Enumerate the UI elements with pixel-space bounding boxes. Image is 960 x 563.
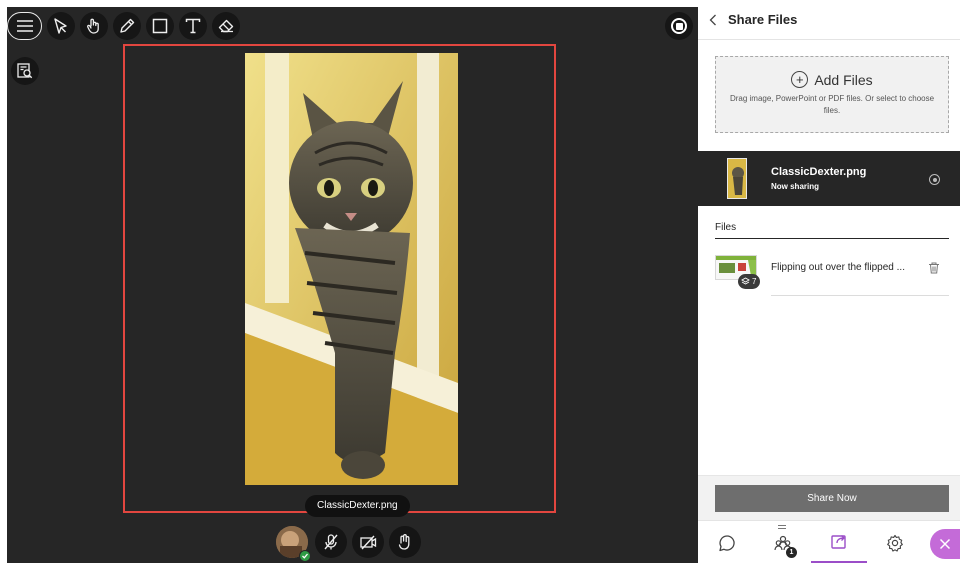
share-content-icon <box>831 535 846 549</box>
list-item[interactable]: 7 Flipping out over the flipped ... <box>715 250 949 296</box>
shared-cat-image <box>245 53 458 485</box>
drag-handle-icon <box>778 525 786 531</box>
panel-footer: Share Now <box>698 475 960 520</box>
rectangle-icon <box>152 18 168 34</box>
hamburger-icon <box>16 20 33 32</box>
record-stop-icon <box>671 18 687 34</box>
microphone-off-icon <box>324 534 338 550</box>
share-files-panel: Share Files + Add Files Drag image, Powe… <box>698 0 960 563</box>
select-tool-button[interactable] <box>47 12 75 40</box>
tab-attendees[interactable]: 1 <box>755 521 811 563</box>
text-icon <box>185 18 201 34</box>
shared-content-frame: ClassicDexter.png <box>123 44 556 517</box>
shape-tool-button[interactable] <box>146 12 174 40</box>
settings-icon <box>887 534 903 552</box>
add-files-button[interactable]: + Add Files <box>716 71 948 88</box>
now-sharing-item[interactable]: ClassicDexter.png Now sharing <box>698 151 960 206</box>
pointer-tool-button[interactable] <box>80 12 108 40</box>
select-arrow-icon <box>54 18 67 34</box>
main-stage: ClassicDexter.png <box>7 7 698 563</box>
follow-view-button[interactable] <box>11 57 39 85</box>
status-check-icon <box>299 550 311 562</box>
tab-chat[interactable] <box>699 521 755 563</box>
slide-count-badge: 7 <box>738 274 761 289</box>
cat-photo <box>245 53 458 485</box>
close-icon <box>939 538 951 550</box>
attendee-count-badge: 1 <box>786 547 797 558</box>
recording-button[interactable] <box>665 12 693 40</box>
panel-header: Share Files <box>698 0 960 40</box>
shared-file-caption: ClassicDexter.png <box>305 495 410 517</box>
panel-tabs: 1 <box>698 520 960 563</box>
close-panel-button[interactable] <box>930 529 960 559</box>
raise-hand-icon <box>398 534 410 550</box>
share-now-button[interactable]: Share Now <box>715 485 949 512</box>
pencil-icon <box>120 18 135 33</box>
back-button[interactable] <box>698 0 728 40</box>
layers-icon <box>741 277 750 285</box>
chat-icon <box>719 534 735 551</box>
file-name: Flipping out over the flipped ... <box>771 262 905 273</box>
collaborate-session: ClassicDexter.png Share Files + Add File… <box>0 0 960 563</box>
session-menu-button[interactable] <box>7 12 42 40</box>
pencil-tool-button[interactable] <box>113 12 141 40</box>
camera-off-icon <box>360 535 377 550</box>
trash-icon <box>929 262 939 274</box>
eraser-icon <box>218 19 234 33</box>
delete-file-button[interactable] <box>927 261 941 275</box>
files-heading: Files <box>715 222 949 239</box>
file-dropzone[interactable]: + Add Files Drag image, PowerPoint or PD… <box>715 56 949 133</box>
camera-button[interactable] <box>352 526 384 558</box>
panel-title: Share Files <box>728 12 798 27</box>
now-sharing-file-name: ClassicDexter.png <box>771 166 867 178</box>
stop-sharing-icon[interactable] <box>929 174 940 185</box>
screen-magnify-icon <box>17 63 33 79</box>
plus-circle-icon: + <box>791 71 809 88</box>
microphone-button[interactable] <box>315 526 347 558</box>
pointer-hand-icon <box>87 18 99 34</box>
text-tool-button[interactable] <box>179 12 207 40</box>
raise-hand-button[interactable] <box>389 526 421 558</box>
chevron-left-icon <box>709 14 716 25</box>
eraser-tool-button[interactable] <box>212 12 240 40</box>
tab-share-content[interactable] <box>811 521 867 563</box>
now-sharing-status: Now sharing <box>771 182 820 191</box>
now-sharing-thumbnail <box>727 158 747 199</box>
tab-settings[interactable] <box>867 521 923 563</box>
add-files-label: Add Files <box>814 71 873 88</box>
dropzone-hint: Drag image, PowerPoint or PDF files. Or … <box>729 94 935 115</box>
